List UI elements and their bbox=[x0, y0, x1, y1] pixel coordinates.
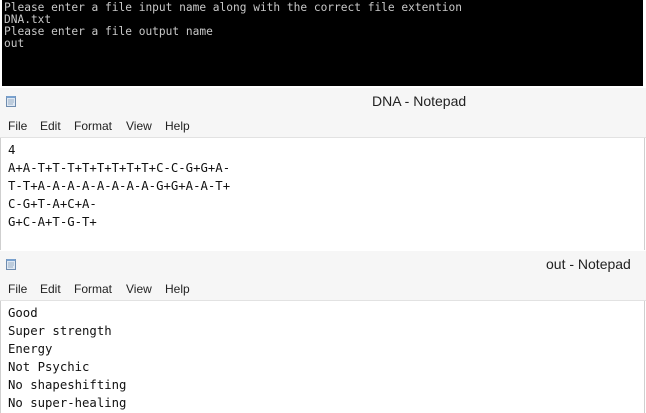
text-line: Not Psychic bbox=[8, 360, 90, 374]
menu-edit[interactable]: Edit bbox=[40, 282, 61, 296]
text-line: No shapeshifting bbox=[8, 378, 127, 392]
text-line: Energy bbox=[8, 342, 53, 356]
text-editor[interactable]: 4 A+A-T+T-T+T+T+T+T+T+C-C-G+G+A- T-T+A-A… bbox=[0, 138, 645, 250]
menu-bar: File Edit Format View Help bbox=[0, 115, 646, 138]
window-title: DNA - Notepad bbox=[372, 93, 467, 109]
console-line: out bbox=[4, 37, 25, 50]
notepad-window-dna: DNA - Notepad File Edit Format View Help… bbox=[0, 88, 646, 250]
title-bar[interactable]: out - Notepad bbox=[0, 251, 646, 278]
menu-format[interactable]: Format bbox=[74, 119, 112, 133]
text-line: G+C-A+T-G-T+ bbox=[8, 215, 97, 229]
text-line: 4 bbox=[8, 143, 16, 157]
menu-help[interactable]: Help bbox=[165, 282, 190, 296]
notepad-icon bbox=[6, 259, 16, 270]
window-title: out - Notepad bbox=[546, 256, 631, 272]
text-editor[interactable]: Good Super strength Energy Not Psychic N… bbox=[0, 301, 645, 413]
text-line: C-G+T-A+C+A- bbox=[8, 197, 97, 211]
console-window: Please enter a file input name along wit… bbox=[0, 0, 646, 88]
text-line: No super-healing bbox=[8, 396, 127, 410]
menu-view[interactable]: View bbox=[126, 119, 152, 133]
menu-file[interactable]: File bbox=[8, 282, 27, 296]
title-bar[interactable]: DNA - Notepad bbox=[0, 88, 646, 115]
menu-file[interactable]: File bbox=[8, 119, 27, 133]
text-line: A+A-T+T-T+T+T+T+T+T+C-C-G+G+A- bbox=[8, 161, 231, 175]
menu-help[interactable]: Help bbox=[165, 119, 190, 133]
text-line: Super strength bbox=[8, 324, 112, 338]
screen: Please enter a file input name along wit… bbox=[0, 0, 646, 413]
menu-edit[interactable]: Edit bbox=[40, 119, 61, 133]
menu-format[interactable]: Format bbox=[74, 282, 112, 296]
console-line: Please enter a file output name bbox=[4, 25, 213, 38]
console-line: Please enter a file input name along wit… bbox=[4, 1, 463, 14]
notepad-icon bbox=[6, 96, 16, 107]
notepad-window-out: out - Notepad File Edit Format View Help… bbox=[0, 251, 646, 413]
menu-bar: File Edit Format View Help bbox=[0, 278, 646, 301]
text-line: Good bbox=[8, 306, 38, 320]
text-line: T-T+A-A-A-A-A-A-A-A-G+G+A-A-T+ bbox=[8, 179, 231, 193]
menu-view[interactable]: View bbox=[126, 282, 152, 296]
console-output[interactable]: Please enter a file input name along wit… bbox=[2, 0, 643, 86]
